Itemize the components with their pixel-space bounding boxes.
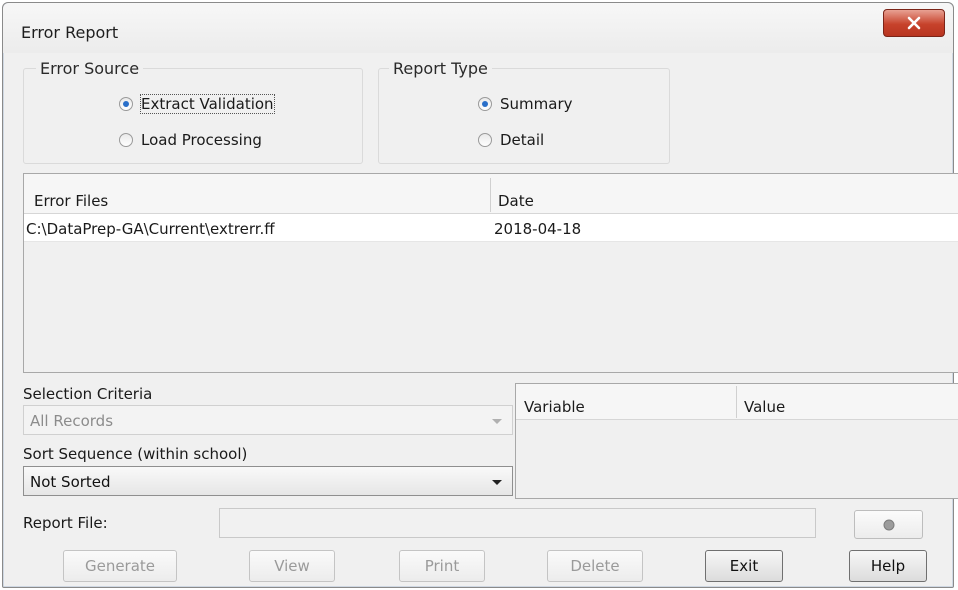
column-divider[interactable]	[490, 178, 491, 212]
radio-label: Load Processing	[141, 131, 262, 149]
chevron-down-icon	[492, 480, 502, 485]
column-divider[interactable]	[736, 386, 737, 418]
table-row[interactable]: C:\DataPrep-GA\Current\extrerr.ff 2018-0…	[24, 214, 958, 242]
report-type-legend: Report Type	[389, 59, 492, 78]
print-button[interactable]: Print	[399, 550, 485, 582]
radio-button-icon[interactable]	[478, 133, 492, 147]
variables-table[interactable]: Variable Value	[515, 383, 958, 499]
report-type-group: Report Type	[378, 59, 670, 164]
radio-load-processing[interactable]: Load Processing	[119, 131, 262, 149]
delete-button[interactable]: Delete	[547, 550, 643, 582]
error-source-group: Error Source	[23, 59, 363, 164]
error-source-legend: Error Source	[36, 59, 144, 78]
window-title: Error Report	[21, 23, 119, 42]
exit-button[interactable]: Exit	[705, 550, 783, 582]
close-button[interactable]	[883, 9, 945, 37]
selection-criteria-label: Selection Criteria	[23, 385, 153, 403]
chevron-down-icon	[492, 419, 502, 424]
radio-extract-validation[interactable]: Extract Validation	[119, 94, 275, 114]
radio-detail[interactable]: Detail	[478, 131, 544, 149]
column-header-value[interactable]: Value	[744, 398, 785, 416]
browse-button[interactable]	[854, 510, 923, 539]
help-button[interactable]: Help	[849, 550, 927, 582]
radio-summary[interactable]: Summary	[478, 95, 573, 113]
radio-label: Extract Validation	[140, 94, 275, 114]
sort-sequence-dropdown[interactable]: Not Sorted	[23, 466, 513, 496]
browse-icon	[883, 519, 894, 530]
error-report-window: Error Report Error Source Extract Valida…	[2, 2, 958, 588]
cell-date: 2018-04-18	[494, 220, 582, 238]
radio-label: Summary	[500, 95, 573, 113]
view-button[interactable]: View	[249, 550, 335, 582]
radio-label: Detail	[500, 131, 545, 149]
report-file-field[interactable]	[219, 508, 816, 538]
radio-button-icon[interactable]	[119, 97, 133, 111]
close-icon	[907, 16, 921, 30]
report-file-label: Report File:	[23, 514, 108, 532]
table-header: Variable Value	[516, 384, 958, 420]
title-bar: Error Report	[3, 3, 953, 53]
cell-error-file: C:\DataPrep-GA\Current\extrerr.ff	[26, 220, 275, 238]
radio-button-icon[interactable]	[119, 133, 133, 147]
column-header-date[interactable]: Date	[498, 192, 534, 210]
dropdown-value: All Records	[30, 412, 114, 430]
selection-criteria-dropdown[interactable]: All Records	[23, 405, 513, 435]
column-header-variable[interactable]: Variable	[524, 398, 585, 416]
radio-button-icon[interactable]	[478, 97, 492, 111]
dropdown-value: Not Sorted	[30, 473, 111, 491]
generate-button[interactable]: Generate	[63, 550, 177, 582]
column-header-error-files[interactable]: Error Files	[34, 192, 108, 210]
error-files-table[interactable]: Error Files Date C:\DataPrep-GA\Current\…	[23, 173, 958, 373]
table-header: Error Files Date	[24, 174, 958, 214]
sort-sequence-label: Sort Sequence (within school)	[23, 445, 248, 463]
